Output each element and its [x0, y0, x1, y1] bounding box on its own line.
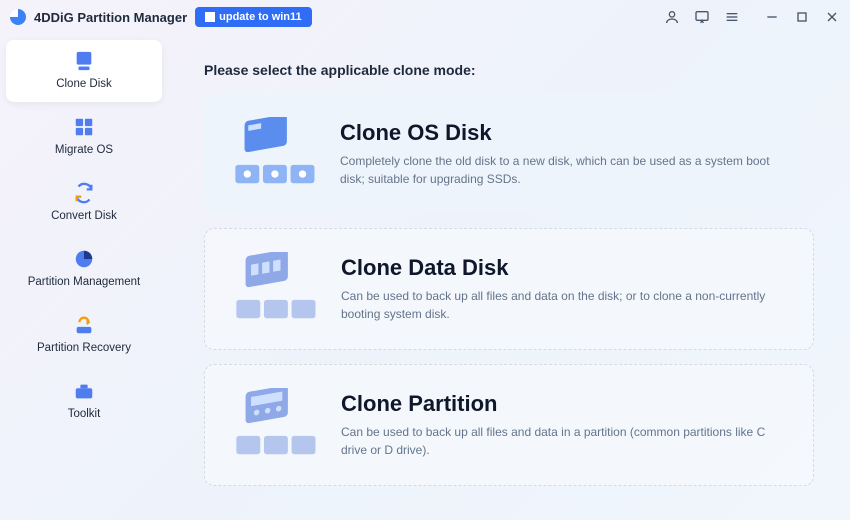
sidebar-item-partition-recovery[interactable]: Partition Recovery [6, 304, 162, 366]
card-title: Clone Partition [341, 391, 789, 417]
main-panel: Please select the applicable clone mode:… [168, 34, 850, 520]
app-title: 4DDiG Partition Manager [34, 10, 187, 25]
sidebar-item-toolkit[interactable]: Toolkit [6, 370, 162, 432]
clone-os-disk-illustration-icon [228, 116, 320, 192]
clone-mode-cards: Clone OS Disk Completely clone the old d… [204, 94, 814, 486]
app-logo-icon [10, 9, 26, 25]
clone-disk-icon [73, 50, 95, 72]
update-to-win11-button[interactable]: update to win11 [195, 7, 312, 27]
maximize-button[interactable] [794, 9, 810, 25]
card-title: Clone OS Disk [340, 120, 790, 146]
sidebar: Clone Disk Migrate OS Convert Disk Parti… [0, 34, 168, 520]
card-clone-data-disk[interactable]: Clone Data Disk Can be used to back up a… [204, 228, 814, 350]
main-heading: Please select the applicable clone mode: [204, 62, 814, 78]
windows-icon [205, 12, 215, 22]
sidebar-item-label: Clone Disk [56, 78, 112, 90]
sidebar-item-clone-disk[interactable]: Clone Disk [6, 40, 162, 102]
sidebar-item-label: Toolkit [68, 408, 101, 420]
sidebar-item-migrate-os[interactable]: Migrate OS [6, 106, 162, 168]
partition-recovery-icon [73, 314, 95, 336]
update-button-label: update to win11 [219, 11, 302, 23]
partition-management-icon [73, 248, 95, 270]
feedback-icon[interactable] [694, 9, 710, 25]
card-description: Completely clone the old disk to a new d… [340, 152, 790, 188]
convert-disk-icon [73, 182, 95, 204]
sidebar-item-partition-management[interactable]: Partition Management [6, 238, 162, 300]
card-clone-partition[interactable]: Clone Partition Can be used to back up a… [204, 364, 814, 486]
minimize-button[interactable] [764, 9, 780, 25]
menu-icon[interactable] [724, 9, 740, 25]
clone-data-disk-illustration-icon [229, 251, 321, 327]
sidebar-item-label: Migrate OS [55, 144, 113, 156]
migrate-os-icon [73, 116, 95, 138]
card-clone-os-disk[interactable]: Clone OS Disk Completely clone the old d… [204, 94, 814, 214]
sidebar-item-convert-disk[interactable]: Convert Disk [6, 172, 162, 234]
close-button[interactable] [824, 9, 840, 25]
clone-partition-illustration-icon [229, 387, 321, 463]
card-description: Can be used to back up all files and dat… [341, 423, 789, 459]
card-description: Can be used to back up all files and dat… [341, 287, 789, 323]
sidebar-item-label: Partition Management [28, 276, 141, 288]
account-icon[interactable] [664, 9, 680, 25]
titlebar-actions [664, 9, 840, 25]
sidebar-item-label: Partition Recovery [37, 342, 131, 354]
toolkit-icon [73, 380, 95, 402]
card-title: Clone Data Disk [341, 255, 789, 281]
titlebar: 4DDiG Partition Manager update to win11 [0, 0, 850, 34]
sidebar-item-label: Convert Disk [51, 210, 117, 222]
